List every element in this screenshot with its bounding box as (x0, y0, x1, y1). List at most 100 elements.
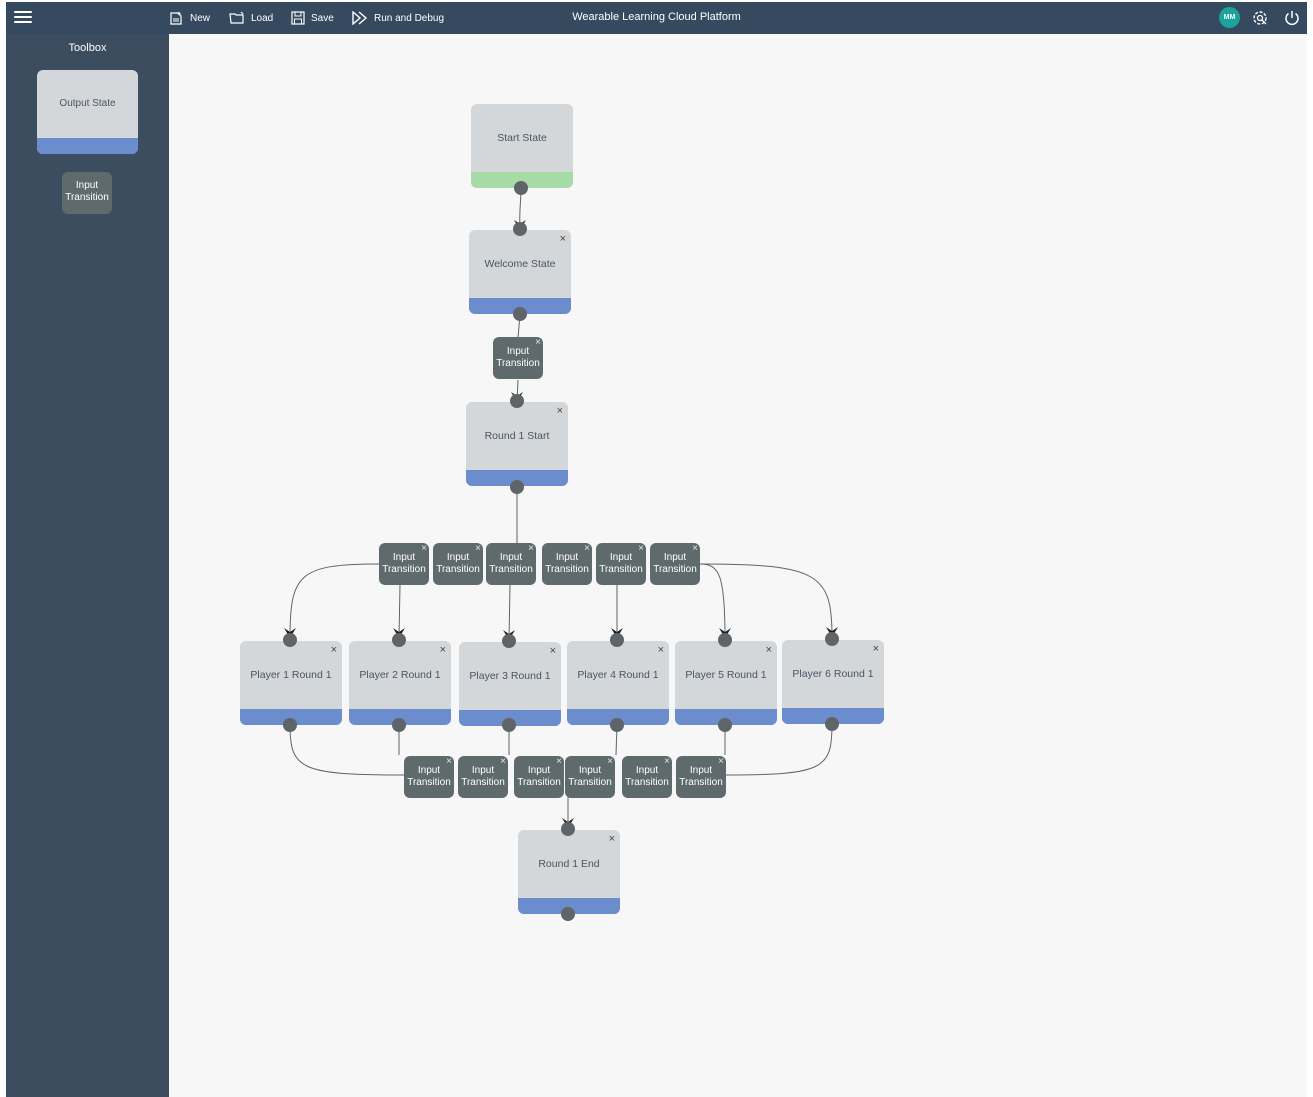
close-icon[interactable]: × (873, 643, 879, 655)
input-port[interactable] (510, 394, 524, 408)
flow-canvas[interactable]: Start State × Welcome State Input Transi… (169, 34, 1307, 1097)
output-port[interactable] (502, 718, 516, 732)
transition-label: Input Transition (545, 552, 589, 575)
input-transition[interactable]: Input Transition × (565, 756, 615, 798)
input-port[interactable] (561, 822, 575, 836)
close-icon[interactable]: × (528, 543, 534, 555)
new-label: New (190, 12, 211, 24)
state-round1-start[interactable]: × Round 1 Start (466, 402, 568, 486)
input-transition[interactable]: Input Transition × (596, 543, 646, 585)
input-port[interactable] (718, 633, 732, 647)
input-transition[interactable]: Input Transition × (379, 543, 429, 585)
state-label: Player 3 Round 1 (469, 670, 551, 682)
close-icon[interactable]: × (664, 756, 670, 768)
input-port[interactable] (513, 222, 527, 236)
close-icon[interactable]: × (609, 833, 615, 845)
close-icon[interactable]: × (718, 756, 724, 768)
input-transition[interactable]: Input Transition × (650, 543, 700, 585)
close-icon[interactable]: × (658, 644, 664, 656)
connection-lines (284, 186, 838, 828)
state-welcome[interactable]: × Welcome State (469, 230, 571, 314)
state-label: Round 1 End (538, 858, 600, 870)
close-icon[interactable]: × (331, 644, 337, 656)
toolbox-title: Toolbox (68, 42, 107, 54)
close-icon[interactable]: × (446, 756, 452, 768)
close-icon[interactable]: × (692, 543, 698, 555)
input-transition[interactable]: Input Transition × (676, 756, 726, 798)
close-icon[interactable]: × (638, 543, 644, 555)
input-port[interactable] (825, 632, 839, 646)
output-port[interactable] (283, 718, 297, 732)
output-port[interactable] (825, 717, 839, 731)
input-transition[interactable]: Input Transition × (622, 756, 672, 798)
output-port[interactable] (510, 480, 524, 494)
output-port[interactable] (513, 307, 527, 321)
load-button[interactable]: Load (229, 2, 273, 34)
input-port[interactable] (392, 633, 406, 647)
transition-label: Input Transition (461, 765, 505, 788)
close-icon[interactable]: × (766, 644, 772, 656)
user-avatar[interactable]: MM (1219, 7, 1240, 28)
toolbox-input-transition[interactable]: Input Transition (62, 172, 112, 214)
new-file-icon (170, 11, 182, 25)
output-port[interactable] (610, 718, 624, 732)
state-player3-round1[interactable]: × Player 3 Round 1 (459, 642, 561, 726)
close-icon[interactable]: × (440, 644, 446, 656)
run-debug-button[interactable]: Run and Debug (352, 2, 444, 34)
save-label: Save (311, 12, 334, 24)
toolbox-output-state[interactable]: Output State (37, 70, 138, 154)
state-player5-round1[interactable]: × Player 5 Round 1 (675, 641, 777, 725)
close-icon[interactable]: × (550, 645, 556, 657)
floppy-disk-icon (291, 11, 305, 25)
input-port[interactable] (283, 633, 297, 647)
transition-label: Input Transition (489, 552, 533, 575)
state-label: Round 1 Start (484, 430, 550, 442)
settings-icon[interactable] (1250, 8, 1270, 28)
new-button[interactable]: New (169, 2, 210, 34)
input-transition[interactable]: Input Transition × (433, 543, 483, 585)
transition-label: Input Transition (517, 765, 561, 788)
power-icon[interactable] (1282, 8, 1302, 28)
state-player6-round1[interactable]: × Player 6 Round 1 (782, 640, 884, 724)
transition-label: Input Transition (679, 765, 723, 788)
state-player4-round1[interactable]: × Player 4 Round 1 (567, 641, 669, 725)
state-player2-round1[interactable]: × Player 2 Round 1 (349, 641, 451, 725)
close-icon[interactable]: × (556, 756, 562, 768)
output-port[interactable] (718, 718, 732, 732)
save-button[interactable]: Save (291, 2, 334, 34)
run-debug-icon (352, 11, 368, 25)
input-transition[interactable]: Input Transition × (486, 543, 536, 585)
state-label: Player 5 Round 1 (685, 669, 767, 681)
close-icon[interactable]: × (557, 405, 563, 417)
input-transition[interactable]: Input Transition × (514, 756, 564, 798)
state-label: Player 6 Round 1 (792, 668, 874, 680)
transition-label: Input Transition (496, 346, 540, 369)
state-label: Welcome State (484, 258, 556, 270)
output-port[interactable] (514, 181, 528, 195)
load-label: Load (251, 12, 274, 24)
input-transition[interactable]: Input Transition × (493, 337, 543, 379)
state-round1-end[interactable]: × Round 1 End (518, 830, 620, 914)
close-icon[interactable]: × (421, 543, 427, 555)
input-transition[interactable]: Input Transition × (404, 756, 454, 798)
transition-label: Input Transition (568, 765, 612, 788)
input-port[interactable] (610, 633, 624, 647)
state-color-bar (37, 138, 138, 154)
state-label: Player 4 Round 1 (577, 669, 659, 681)
hamburger-menu-icon[interactable] (14, 9, 32, 25)
top-bar: New Load Save Run and Debug Wearable Lea… (6, 2, 1307, 34)
output-port[interactable] (561, 907, 575, 921)
close-icon[interactable]: × (500, 756, 506, 768)
close-icon[interactable]: × (560, 233, 566, 245)
input-transition[interactable]: Input Transition × (542, 543, 592, 585)
close-icon[interactable]: × (535, 337, 541, 349)
close-icon[interactable]: × (607, 756, 613, 768)
output-port[interactable] (392, 718, 406, 732)
input-port[interactable] (502, 634, 516, 648)
state-start[interactable]: Start State (471, 104, 573, 188)
input-transition[interactable]: Input Transition × (458, 756, 508, 798)
state-player1-round1[interactable]: × Player 1 Round 1 (240, 641, 342, 725)
transition-label: Input Transition (407, 765, 451, 788)
close-icon[interactable]: × (584, 543, 590, 555)
close-icon[interactable]: × (475, 543, 481, 555)
